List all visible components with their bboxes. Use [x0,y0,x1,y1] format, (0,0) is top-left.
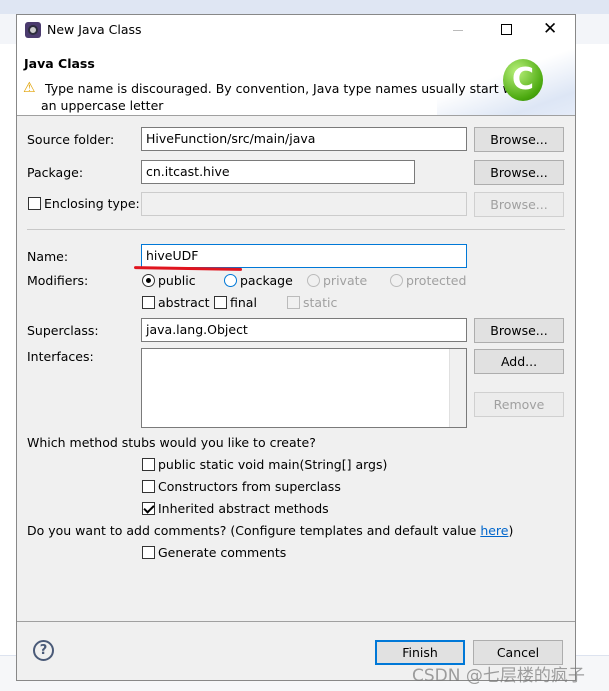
main-method-checkbox[interactable] [142,458,155,471]
abstract-checkbox[interactable] [142,296,155,309]
enclosing-type-label: Enclosing type: [44,196,140,211]
constructors-checkbox[interactable] [142,480,155,493]
superclass-input[interactable]: java.lang.Object [141,318,467,342]
package-radio[interactable] [224,274,237,287]
main-method-label: public static void main(String[] args) [158,457,388,472]
final-checkbox[interactable] [214,296,227,309]
red-underline-annotation [133,266,243,271]
warning-message-line2: an uppercase letter [41,98,164,113]
interfaces-list[interactable] [141,348,467,428]
inherited-methods-checkbox[interactable] [142,502,155,515]
package-input[interactable]: cn.itcast.hive [141,160,415,184]
protected-radio [390,274,403,287]
warning-icon: ⚠ [23,80,36,96]
private-label: private [323,273,368,288]
source-folder-label: Source folder: [27,132,115,147]
warning-message: Type name is discouraged. By convention,… [45,81,530,96]
interfaces-label: Interfaces: [27,349,94,364]
minimize-icon[interactable] [453,30,463,31]
comments-question-close: ) [508,523,514,538]
superclass-label: Superclass: [27,323,99,338]
private-radio [307,274,320,287]
add-interface-button[interactable]: Add... [474,349,564,374]
source-folder-browse-button[interactable]: Browse... [474,127,564,152]
configure-templates-link[interactable]: here [480,523,508,538]
comments-question: Do you want to add comments? (Configure … [27,523,513,538]
name-label: Name: [27,249,69,264]
remove-interface-button: Remove [474,392,564,417]
window-title: New Java Class [47,22,142,37]
help-icon[interactable]: ? [33,640,54,661]
title-bar: New Java Class ✕ [17,15,575,46]
header-title: Java Class [24,56,95,71]
method-stubs-question: Which method stubs would you like to cre… [27,435,316,450]
interfaces-scrollbar[interactable] [449,349,466,427]
enclosing-type-checkbox[interactable] [28,197,41,210]
package-radio-label: package [240,273,293,288]
final-label: final [230,295,257,310]
superclass-browse-button[interactable]: Browse... [474,318,564,343]
java-class-logo: C [503,59,543,101]
generate-comments-label: Generate comments [158,545,287,560]
wizard-header: Java Class ⚠ Type name is discouraged. B… [17,46,575,116]
comments-question-text: Do you want to add comments? (Configure … [27,523,481,538]
abstract-label: abstract [158,295,210,310]
package-browse-button[interactable]: Browse... [474,160,564,185]
static-label: static [303,295,338,310]
package-label: Package: [27,165,84,180]
maximize-icon[interactable] [501,24,512,35]
public-label: public [158,273,196,288]
name-input[interactable]: hiveUDF [141,244,467,268]
footer-separator [17,621,575,622]
new-java-class-dialog: New Java Class ✕ Java Class ⚠ Type name … [16,14,576,681]
eclipse-icon [25,22,41,38]
protected-label: protected [406,273,467,288]
enclosing-type-browse-button: Browse... [474,192,564,217]
eclipse-toolbar [0,0,609,14]
modifiers-label: Modifiers: [27,273,89,288]
close-icon[interactable]: ✕ [543,19,557,39]
watermark: CSDN @七层楼的疯子 [412,666,585,686]
separator [27,229,565,230]
enclosing-type-input [141,192,467,216]
static-checkbox [287,296,300,309]
generate-comments-checkbox[interactable] [142,546,155,559]
source-folder-input[interactable]: HiveFunction/src/main/java [141,127,467,151]
constructors-label: Constructors from superclass [158,479,341,494]
inherited-methods-label: Inherited abstract methods [158,501,329,516]
public-radio[interactable] [142,274,155,287]
